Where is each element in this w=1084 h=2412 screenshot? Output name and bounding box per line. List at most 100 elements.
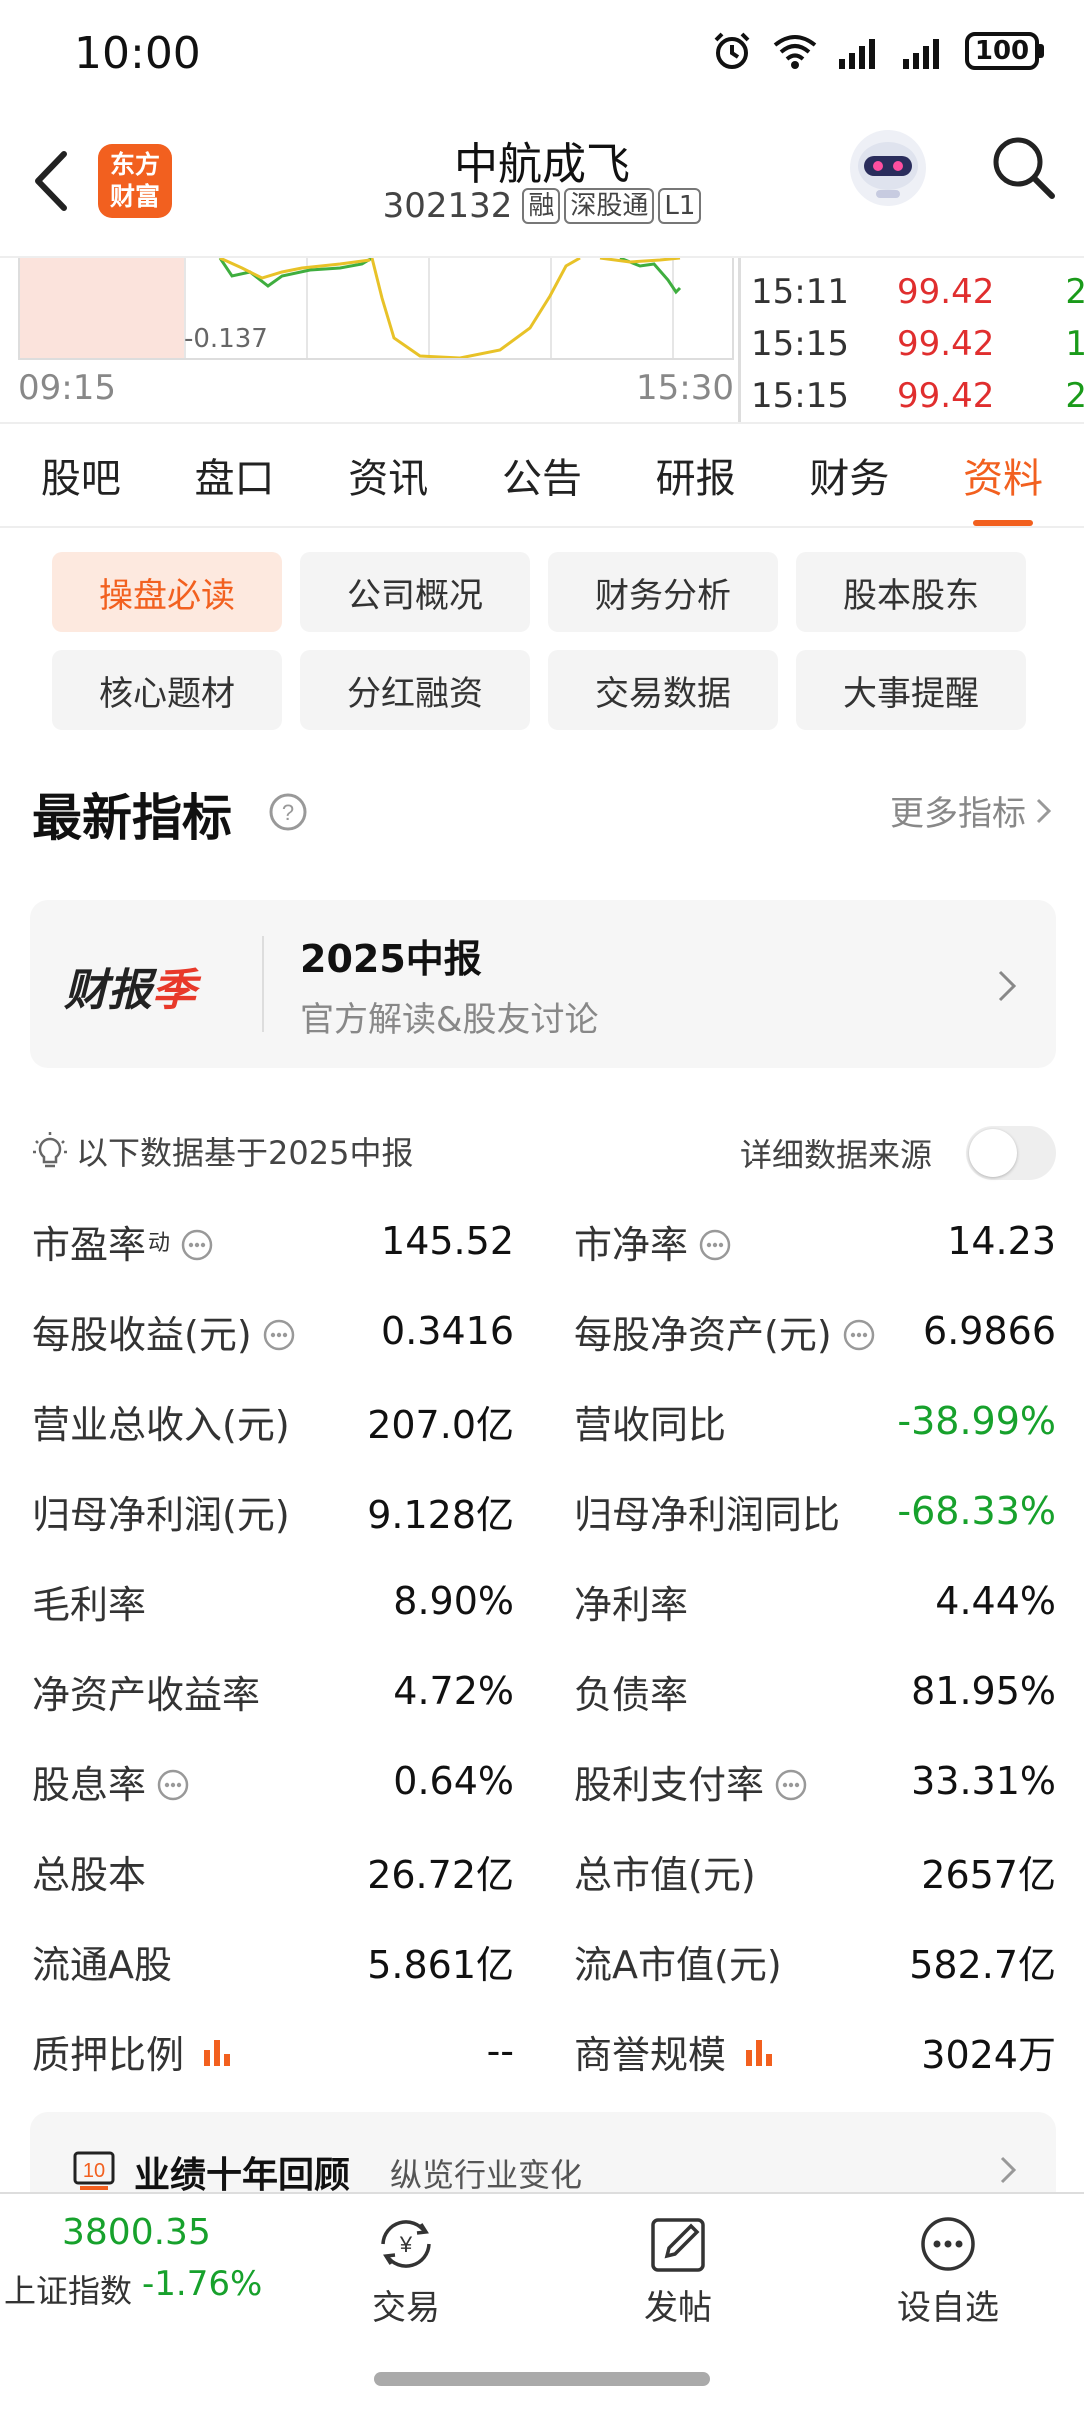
add-watchlist-label: 设自选 [897, 2288, 999, 2328]
edit-icon [651, 2218, 705, 2272]
more-metrics-link[interactable]: 更多指标 [890, 786, 1054, 835]
info-icon[interactable] [262, 1318, 296, 1352]
tick-volume: 1 [1065, 324, 1084, 364]
subtab-financial-analysis[interactable]: 财务分析 [548, 552, 778, 632]
trade-button[interactable]: ¥ 交易 [326, 2214, 486, 2329]
more-metrics-label: 更多指标 [890, 794, 1026, 834]
metric-value: 2657亿 [921, 1852, 1056, 1897]
metric-value: 26.72亿 [367, 1852, 514, 1897]
metric-value: 8.90% [393, 1579, 514, 1623]
bar-chart-icon[interactable] [742, 2034, 776, 2068]
mini-chart[interactable]: -0.137 [18, 258, 734, 360]
svg-text:10: 10 [83, 2160, 105, 2182]
trade-tick-list: 15:11 99.42 2 15:15 99.42 1 15:15 99.42 … [738, 258, 1084, 424]
data-source-toggle[interactable] [966, 1126, 1056, 1180]
metric-value: 0.64% [393, 1759, 514, 1803]
subtab-shareholders[interactable]: 股本股东 [796, 552, 1026, 632]
info-icon[interactable] [842, 1318, 876, 1352]
tab-order-book[interactable]: 盘口 [181, 446, 289, 504]
metric-row: 营业总收入(元) 207.0亿 营收同比 -38.99% [32, 1376, 1056, 1466]
data-basis-text: 以下数据基于2025中报 [76, 1134, 414, 1172]
index-value: 3800.35 [62, 2212, 211, 2253]
info-icon[interactable] [774, 1768, 808, 1802]
metric-label: 市净率 [574, 1222, 689, 1267]
add-watchlist-button[interactable]: 设自选 [868, 2214, 1028, 2329]
subtab-trading-essentials[interactable]: 操盘必读 [52, 552, 282, 632]
decade-review-subtitle: 纵览行业变化 [390, 2156, 583, 2194]
tab-announcements[interactable]: 公告 [488, 446, 596, 504]
decade-review-card[interactable]: 10 业绩十年回顾 纵览行业变化 [30, 2112, 1056, 2196]
metric-label: 股利支付率 [574, 1762, 765, 1807]
subtab-events[interactable]: 大事提醒 [796, 650, 1026, 730]
main-tab-bar: 股吧 盘口 资讯 公告 研报 财务 资料 [0, 422, 1084, 528]
metric-value: 582.7亿 [909, 1942, 1056, 1987]
tab-profile[interactable]: 资料 [949, 446, 1057, 526]
profile-subtabs: 操盘必读 公司概况 财务分析 股本股东 核心题材 分红融资 交易数据 大事提醒 [52, 552, 1032, 730]
tab-news[interactable]: 资讯 [334, 446, 442, 504]
metric-cell: 商誉规模 3024万 [544, 2006, 1056, 2096]
battery-level: 100 [965, 32, 1039, 70]
metric-label: 负债率 [574, 1672, 689, 1717]
tick-price: 99.42 [897, 324, 995, 364]
subtab-trading-data[interactable]: 交易数据 [548, 650, 778, 730]
tab-research[interactable]: 研报 [642, 446, 750, 504]
subtab-company-overview[interactable]: 公司概况 [300, 552, 530, 632]
metric-label: 市盈率动 [32, 1222, 171, 1267]
tick-price: 99.42 [897, 376, 995, 416]
robot-avatar-icon[interactable] [846, 126, 930, 210]
banner-title: 2025中报 [300, 937, 482, 981]
metric-cell: 流A市值(元) 582.7亿 [544, 1916, 1056, 2006]
earnings-season-logo: 财报季 [64, 965, 196, 1016]
chevron-right-icon [998, 970, 1017, 1002]
metric-row: 流通A股 5.861亿 流A市值(元) 582.7亿 [32, 1916, 1056, 2006]
metric-cell: 总市值(元) 2657亿 [544, 1826, 1056, 1916]
post-button[interactable]: 发帖 [598, 2214, 758, 2329]
metric-value: -- [486, 2029, 514, 2073]
chart-time-start: 09:15 [18, 368, 116, 408]
metric-cell: 归母净利润(元) 9.128亿 [32, 1466, 544, 1556]
earnings-season-banner[interactable]: 财报季 2025中报 官方解读&股友讨论 [30, 900, 1056, 1068]
index-name: 上证指数 [4, 2272, 133, 2310]
metric-row: 市盈率动 145.52 市净率 14.23 [32, 1196, 1056, 1286]
signal-icon [903, 39, 939, 69]
metric-label: 归母净利润(元) [32, 1492, 290, 1537]
metric-cell: 净资产收益率 4.72% [32, 1646, 544, 1736]
tab-finance[interactable]: 财务 [795, 446, 903, 504]
info-icon[interactable] [180, 1228, 214, 1262]
tag-level: L1 [658, 188, 702, 224]
tick-time: 15:11 [751, 272, 849, 312]
status-time: 10:00 [74, 28, 201, 79]
tick-price: 99.42 [897, 272, 995, 312]
banner-subtitle: 官方解读&股友讨论 [300, 1000, 599, 1040]
tick-time: 15:15 [751, 324, 849, 364]
tag-margin: 融 [522, 188, 561, 224]
tick-row: 15:15 99.42 1 [751, 324, 1084, 376]
subtab-core-themes[interactable]: 核心题材 [52, 650, 282, 730]
tick-time: 15:15 [751, 376, 849, 416]
more-dots-icon [921, 2217, 975, 2271]
metric-row: 归母净利润(元) 9.128亿 归母净利润同比 -68.33% [32, 1466, 1056, 1556]
stock-header: 东方财富 中航成飞 302132 融 深股通 L1 [0, 110, 1084, 256]
tick-row: 15:11 99.42 2 [751, 272, 1084, 324]
metric-value: 4.44% [935, 1579, 1056, 1623]
metric-cell: 毛利率 8.90% [32, 1556, 544, 1646]
bar-chart-icon[interactable] [200, 2034, 234, 2068]
info-icon[interactable] [156, 1768, 190, 1802]
metric-row: 每股收益(元) 0.3416 每股净资产(元) 6.9866 [32, 1286, 1056, 1376]
subtab-dividends[interactable]: 分红融资 [300, 650, 530, 730]
metric-label: 净资产收益率 [32, 1672, 261, 1717]
decade-review-title: 业绩十年回顾 [134, 2155, 351, 2196]
info-icon[interactable] [698, 1228, 732, 1262]
metric-row: 股息率 0.64% 股利支付率 33.31% [32, 1736, 1056, 1826]
search-icon[interactable] [988, 132, 1058, 202]
metric-value: 33.31% [911, 1759, 1056, 1803]
bulb-icon [33, 1132, 67, 1168]
metric-label: 质押比例 [32, 2032, 185, 2077]
tick-row: 15:15 99.42 2 [751, 376, 1084, 428]
metric-value: -68.33% [897, 1489, 1056, 1533]
metric-value: -38.99% [897, 1399, 1056, 1443]
home-indicator[interactable] [374, 2372, 710, 2386]
tab-guba[interactable]: 股吧 [27, 446, 135, 504]
help-icon[interactable]: ? [268, 792, 308, 832]
metric-label: 营收同比 [574, 1402, 727, 1447]
